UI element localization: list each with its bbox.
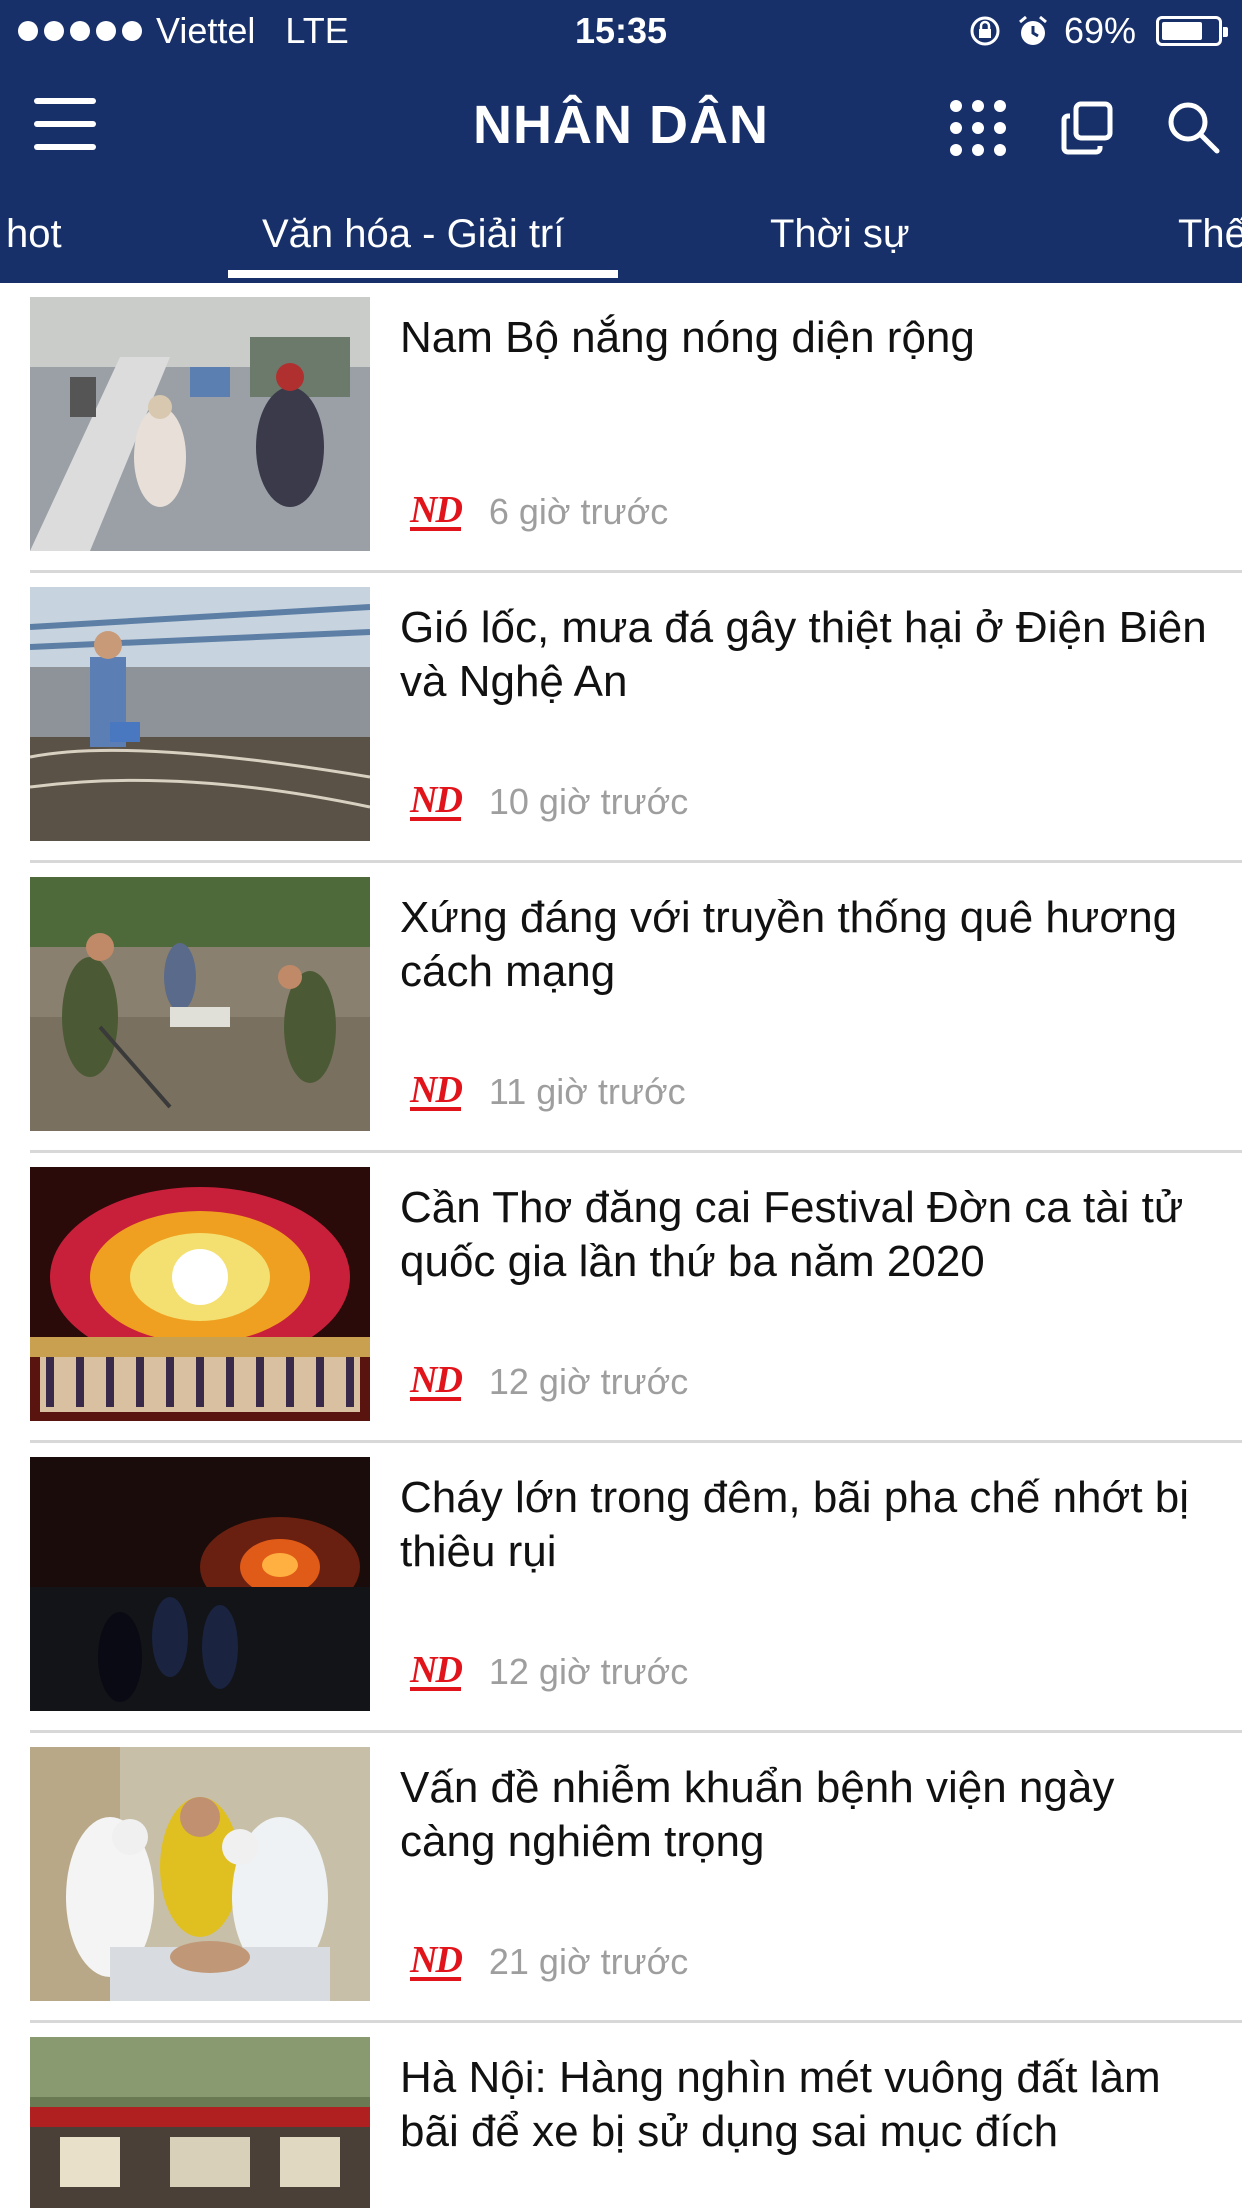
article-thumbnail — [30, 1747, 370, 2001]
article-thumbnail — [30, 1457, 370, 1711]
status-bar: Viettel LTE 15:35 69% — [0, 0, 1242, 62]
article-time: 10 giờ trước — [488, 781, 689, 822]
article-item[interactable]: Vấn đề nhiễm khuẩn bệnh viện ngày càng n… — [0, 1733, 1242, 2023]
article-time: 12 giờ trước — [488, 1651, 689, 1692]
article-meta: ND 6 giờ trước — [410, 491, 668, 533]
article-item[interactable]: Xứng đáng với truyền thống quê hương các… — [0, 863, 1242, 1153]
tab-thoi-su[interactable]: Thời sự — [770, 212, 910, 257]
article-title: Nam Bộ nắng nóng diện rộng — [400, 313, 975, 362]
article-thumbnail — [30, 587, 370, 841]
article-item[interactable]: Nam Bộ nắng nóng diện rộng ND 6 giờ trướ… — [0, 283, 1242, 573]
article-title: Gió lốc, mưa đá gây thiệt hại ở Điện Biê… — [400, 603, 1207, 706]
rotation-lock-icon — [970, 16, 1000, 46]
nd-logo: ND — [410, 1649, 463, 1691]
alarm-icon — [1018, 15, 1047, 45]
article-time: 21 giờ trước — [488, 1941, 689, 1982]
article-title: Cần Thơ đăng cai Festival Đờn ca tài tử … — [400, 1183, 1184, 1286]
grid-icon[interactable] — [950, 100, 1006, 156]
battery-icon — [1156, 16, 1228, 46]
article-item[interactable]: Cháy lớn trong đêm, bãi pha chế nhớt bị … — [0, 1443, 1242, 1733]
article-meta: ND 11 giờ trước — [410, 1071, 686, 1113]
tab-hot[interactable]: hot — [6, 212, 62, 257]
article-item[interactable]: Hà Nội: Hàng nghìn mét vuông đất làm bãi… — [0, 2023, 1242, 2208]
search-icon[interactable] — [1166, 100, 1222, 156]
tab-van-hoa-giai-tri[interactable]: Văn hóa - Giải trí — [262, 212, 564, 257]
article-item[interactable]: Gió lốc, mưa đá gây thiệt hại ở Điện Biê… — [0, 573, 1242, 863]
article-time: 11 giờ trước — [488, 1071, 686, 1112]
nav-bar: NHÂN DÂN — [0, 62, 1242, 190]
article-thumbnail — [30, 2037, 370, 2208]
article-time: 6 giờ trước — [488, 491, 669, 532]
app-title: NHÂN DÂN — [473, 95, 769, 155]
article-thumbnail — [30, 877, 370, 1131]
article-meta: ND 12 giờ trước — [410, 1361, 688, 1403]
article-meta: ND 12 giờ trước — [410, 1651, 688, 1693]
category-tabs: hot Văn hóa - Giải trí Thời sự Thế — [0, 200, 1242, 283]
article-meta: ND 21 giờ trước — [410, 1941, 688, 1983]
article-title: Xứng đáng với truyền thống quê hương các… — [400, 893, 1178, 996]
app-header: Viettel LTE 15:35 69% NHÂN DÂN hot Văn h… — [0, 0, 1242, 283]
nd-logo: ND — [410, 489, 463, 531]
nd-logo: ND — [410, 779, 463, 821]
copy-icon[interactable] — [1060, 100, 1116, 156]
active-tab-indicator — [228, 270, 618, 278]
article-meta: ND 10 giờ trước — [410, 781, 688, 823]
article-thumbnail — [30, 1167, 370, 1421]
tab-the-gioi[interactable]: Thế — [1178, 212, 1242, 257]
nd-logo: ND — [410, 1069, 463, 1111]
article-item[interactable]: Cần Thơ đăng cai Festival Đờn ca tài tử … — [0, 1153, 1242, 1443]
battery-percent: 69% — [1063, 10, 1136, 51]
nd-logo: ND — [410, 1939, 463, 1981]
article-thumbnail — [30, 297, 370, 551]
nd-logo: ND — [410, 1359, 463, 1401]
article-time: 12 giờ trước — [488, 1361, 689, 1402]
article-title: Vấn đề nhiễm khuẩn bệnh viện ngày càng n… — [400, 1763, 1115, 1866]
article-title: Hà Nội: Hàng nghìn mét vuông đất làm bãi… — [400, 2053, 1161, 2156]
status-right: 69% — [968, 10, 1228, 52]
article-title: Cháy lớn trong đêm, bãi pha chế nhớt bị … — [400, 1473, 1190, 1576]
